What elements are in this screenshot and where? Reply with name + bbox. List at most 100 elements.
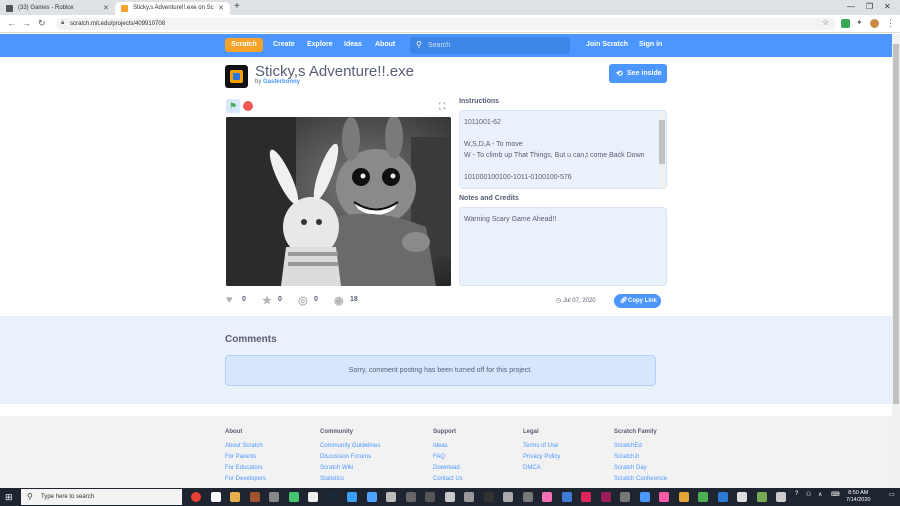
taskbar-app-icon[interactable] <box>503 492 513 502</box>
footer-link[interactable]: About Scratch <box>225 443 263 449</box>
taskbar-app-icon[interactable] <box>249 492 260 502</box>
close-tab-icon[interactable]: ✕ <box>218 4 224 12</box>
taskbar-app-icon[interactable] <box>561 492 572 502</box>
join-scratch-link[interactable]: Join Scratch <box>586 41 628 48</box>
nav-create[interactable]: Create <box>273 41 295 48</box>
taskbar-app-icon[interactable] <box>717 492 728 502</box>
instructions-line <box>464 128 656 139</box>
address-bar[interactable]: 🔒︎ scratch.mit.edu/projects/409910708 <box>56 18 836 30</box>
views-count: 18 <box>350 296 358 303</box>
footer-link[interactable]: Scratch Conference <box>614 476 667 482</box>
system-clock[interactable]: 8:50 AM 7/14/2020 <box>846 490 870 504</box>
browser-tab-scratch[interactable]: Sticky,s Adventure!!.exe on Sc ✕ <box>115 2 230 15</box>
taskbar-app-icon[interactable] <box>444 492 455 502</box>
footer-link[interactable]: Discussion Forums <box>320 454 371 460</box>
footer-link[interactable]: Privacy Policy <box>523 454 560 460</box>
favorites-stat[interactable]: ★ 0 <box>262 295 282 307</box>
browser-tab-roblox[interactable]: (33) Games - Roblox ✕ <box>0 2 115 15</box>
extensions-puzzle-icon[interactable]: ✦ <box>856 18 863 27</box>
minimize-icon[interactable]: — <box>847 2 855 11</box>
profile-avatar[interactable] <box>870 19 879 28</box>
stop-icon[interactable] <box>243 101 253 111</box>
taskbar-app-icon[interactable] <box>366 492 377 502</box>
taskbar-app-icon[interactable] <box>678 492 689 502</box>
close-tab-icon[interactable]: ✕ <box>103 4 109 12</box>
taskbar-app-icon[interactable] <box>737 492 747 502</box>
taskbar-app-icon[interactable] <box>776 492 786 502</box>
sign-in-link[interactable]: Sign in <box>639 41 662 48</box>
taskbar-app-icon[interactable] <box>308 492 318 502</box>
loves-stat[interactable]: ♥ 0 <box>226 294 246 306</box>
footer-link[interactable]: Community Guidelines <box>320 443 380 449</box>
instructions-scroll-thumb[interactable] <box>659 120 665 164</box>
nav-explore[interactable]: Explore <box>307 41 333 48</box>
taskbar-app-icon[interactable] <box>600 492 611 502</box>
taskbar-app-icon[interactable] <box>483 492 494 502</box>
copy-link-button[interactable]: 🔗︎ Copy Link <box>614 294 661 308</box>
project-stage[interactable] <box>226 117 451 286</box>
footer-link[interactable]: For Educators <box>225 465 263 471</box>
taskbar-app-icon[interactable] <box>542 492 552 502</box>
nav-ideas[interactable]: Ideas <box>344 41 362 48</box>
footer-column-title: Scratch Family <box>614 429 657 435</box>
taskbar-app-icon[interactable] <box>405 492 416 502</box>
scratch-logo[interactable]: Scratch <box>225 38 263 52</box>
nav-about[interactable]: About <box>375 41 395 48</box>
close-window-icon[interactable]: ✕ <box>884 2 891 11</box>
footer-link[interactable]: Download <box>433 465 460 471</box>
taskbar-chrome-icon[interactable] <box>191 492 201 502</box>
taskbar-app-icon[interactable] <box>386 492 396 502</box>
footer-link[interactable]: For Parents <box>225 454 256 460</box>
bookmark-star-icon[interactable]: ☆ <box>822 18 829 27</box>
notification-chevron-icon[interactable]: ∧ <box>818 491 822 498</box>
browser-menu-icon[interactable]: ⋮ <box>886 18 895 29</box>
stage-image <box>226 117 451 286</box>
taskbar-app-icon[interactable] <box>756 492 767 502</box>
footer-link[interactable]: Terms of Use <box>523 443 558 449</box>
maximize-icon[interactable]: ❐ <box>866 2 873 11</box>
footer-link[interactable]: Contact Us <box>433 476 463 482</box>
taskbar-app-icon[interactable] <box>464 492 474 502</box>
taskbar-search-input[interactable]: ⚲ Type here to search <box>21 489 182 505</box>
taskbar-app-icon[interactable] <box>698 492 708 502</box>
fullscreen-icon[interactable]: ⛶ <box>439 101 445 112</box>
taskbar-app-icon[interactable] <box>347 492 357 502</box>
green-flag-icon[interactable]: ⚑ <box>226 99 240 113</box>
page-scrollbar[interactable] <box>892 34 900 488</box>
see-inside-button[interactable]: ⟲ See inside <box>609 64 667 83</box>
scrollbar-thumb[interactable] <box>893 44 899 404</box>
taskbar-app-icon[interactable] <box>269 492 279 502</box>
taskbar-app-icon[interactable] <box>620 492 630 502</box>
taskbar-file-explorer-icon[interactable] <box>230 492 240 502</box>
footer-link[interactable]: ScratchJr <box>614 454 639 460</box>
footer-link[interactable]: DMCA <box>523 465 541 471</box>
back-icon[interactable]: ← <box>7 18 16 28</box>
search-input[interactable]: ⚲ Search <box>410 37 570 54</box>
extension-icon[interactable] <box>841 19 850 28</box>
footer-link[interactable]: Scratch Day <box>614 465 647 471</box>
taskbar-app-icon[interactable] <box>581 492 591 502</box>
reload-icon[interactable]: ↻ <box>38 18 46 29</box>
taskbar-app-icon[interactable] <box>210 492 221 502</box>
taskbar-app-icon[interactable] <box>425 492 435 502</box>
windows-start-icon[interactable]: ⊞ <box>5 492 13 503</box>
footer-link[interactable]: Statistics <box>320 476 344 482</box>
new-tab-icon[interactable]: + <box>234 1 240 12</box>
taskbar-app-icon[interactable] <box>522 492 533 502</box>
people-icon[interactable]: ⚇ <box>806 491 811 498</box>
author-link[interactable]: Gasterbonny <box>263 79 300 85</box>
footer-link[interactable]: Scratch Wiki <box>320 465 353 471</box>
taskbar-app-icon[interactable] <box>659 492 669 502</box>
footer-link[interactable]: FAQ <box>433 454 445 460</box>
taskbar-spotify-icon[interactable] <box>288 492 299 502</box>
taskbar-app-icon[interactable] <box>639 492 650 502</box>
footer-link[interactable]: Ideas <box>433 443 448 449</box>
instructions-scrollbar[interactable] <box>659 112 665 188</box>
footer-link[interactable]: ScratchEd <box>614 443 642 449</box>
footer-link[interactable]: For Developers <box>225 476 266 482</box>
taskbar-steam-icon[interactable] <box>327 492 338 502</box>
keyboard-icon[interactable]: ⌨ <box>831 491 840 498</box>
action-center-icon[interactable]: ▭ <box>889 491 895 498</box>
help-icon[interactable]: ? <box>795 491 798 497</box>
forward-icon[interactable]: → <box>22 18 31 28</box>
